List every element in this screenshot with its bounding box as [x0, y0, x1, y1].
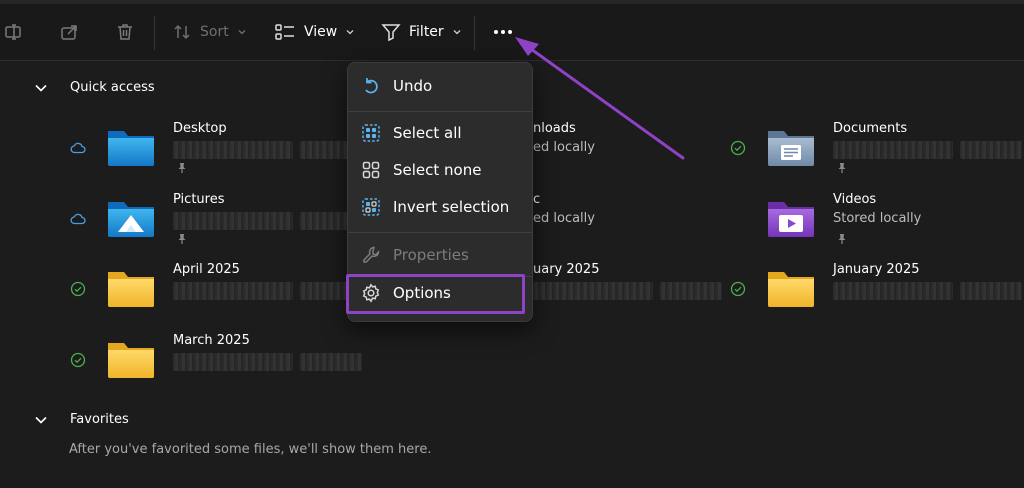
see-more-button[interactable] [491, 4, 515, 60]
favorites-header[interactable]: Favorites [34, 412, 129, 427]
menu-divider [348, 232, 532, 233]
redacted-path [960, 141, 1022, 159]
filter-label: Filter [409, 24, 444, 40]
toolbar-divider [474, 16, 475, 50]
item-name: c [533, 192, 541, 207]
documents-folder-icon [768, 131, 814, 166]
quick-access-item-pictures[interactable]: Pictures [70, 192, 390, 262]
item-name: Pictures [173, 192, 225, 207]
trash-icon [118, 24, 132, 40]
menu-item-label: Select all [393, 124, 462, 142]
menu-item-label: Undo [393, 77, 433, 95]
sort-icon [174, 24, 190, 40]
check-circle-icon [730, 140, 746, 156]
invert-selection-icon [361, 197, 381, 217]
redacted-path [173, 212, 293, 230]
redacted-path [833, 141, 953, 159]
item-name: Desktop [173, 121, 227, 136]
item-name: nloads [533, 121, 576, 136]
view-icon [275, 24, 294, 40]
toolbar-divider [154, 16, 155, 50]
menu-item-label: Invert selection [393, 198, 510, 216]
menu-item-invert-selection[interactable]: Invert selection [348, 189, 532, 225]
item-name: March 2025 [173, 333, 250, 348]
folder-icon [108, 343, 154, 378]
view-button[interactable]: View [274, 4, 355, 60]
share-icon [61, 25, 77, 40]
item-status: Stored locally [833, 211, 922, 226]
check-circle-icon [730, 281, 746, 297]
pin-icon [178, 163, 186, 173]
desktop-folder-icon [108, 131, 154, 166]
item-name: Videos [833, 192, 877, 207]
redacted-path [173, 282, 293, 300]
more-options-icon [494, 30, 512, 34]
filter-icon [381, 24, 401, 42]
chevron-down-icon [35, 84, 47, 92]
menu-item-select-all[interactable]: Select all [348, 115, 532, 151]
check-circle-icon [70, 352, 86, 368]
pin-icon [838, 234, 846, 244]
redacted-path [833, 282, 953, 300]
select-none-icon [361, 160, 381, 180]
menu-item-select-none[interactable]: Select none [348, 152, 532, 188]
redacted-path [960, 282, 1022, 300]
cloud-icon [70, 142, 86, 154]
redacted-path [300, 353, 362, 371]
menu-item-properties: Properties [348, 237, 532, 273]
chevron-down-icon [346, 30, 354, 35]
view-label: View [304, 24, 338, 40]
favorites-label: Favorites [70, 412, 129, 427]
undo-icon [361, 76, 381, 96]
delete-button[interactable] [115, 4, 135, 60]
folder-icon [108, 272, 154, 307]
chevron-down-icon [238, 30, 246, 35]
favorites-empty-message: After you've favorited some files, we'll… [69, 442, 432, 457]
redacted-path [660, 282, 722, 300]
wrench-icon [361, 245, 381, 265]
pictures-folder-icon [108, 202, 154, 237]
redacted-path [533, 282, 653, 300]
item-status: ed locally [533, 140, 595, 155]
menu-item-label: Select none [393, 161, 482, 179]
rename-icon [5, 24, 21, 40]
quick-access-item-documents[interactable]: Documents [730, 121, 1022, 191]
redacted-path [173, 353, 293, 371]
sort-label: Sort [200, 24, 229, 40]
pin-icon [178, 234, 186, 244]
item-name: April 2025 [173, 262, 240, 277]
quick-access-item-january-2025[interactable]: January 2025 [730, 262, 1022, 332]
sort-button[interactable]: Sort [172, 4, 247, 60]
check-circle-icon [70, 281, 86, 297]
folder-icon [768, 272, 814, 307]
chevron-down-icon [35, 416, 47, 424]
quick-access-label: Quick access [70, 80, 155, 95]
item-status: ed locally [533, 211, 595, 226]
pin-icon [838, 163, 846, 173]
videos-folder-icon [768, 202, 814, 237]
rename-button[interactable] [4, 4, 24, 60]
item-name: January 2025 [833, 262, 920, 277]
options-highlight-box [346, 274, 525, 314]
share-button[interactable] [59, 4, 79, 60]
quick-access-item-videos[interactable]: Videos Stored locally [730, 192, 1020, 262]
select-all-icon [361, 123, 381, 143]
item-name: Documents [833, 121, 908, 136]
chevron-down-icon [453, 30, 461, 35]
redacted-path [173, 141, 293, 159]
quick-access-item-april-2025[interactable]: April 2025 [70, 262, 390, 332]
filter-button[interactable]: Filter [381, 4, 462, 60]
quick-access-item-desktop[interactable]: Desktop [70, 121, 390, 191]
cloud-icon [70, 213, 86, 225]
menu-item-undo[interactable]: Undo [348, 68, 532, 104]
quick-access-item-march-2025[interactable]: March 2025 [70, 333, 390, 403]
menu-item-label: Properties [393, 246, 469, 264]
menu-divider [348, 111, 532, 112]
command-bar: Sort View Filter [0, 4, 1024, 61]
item-name: uary 2025 [533, 262, 600, 277]
quick-access-header[interactable]: Quick access [34, 80, 155, 95]
